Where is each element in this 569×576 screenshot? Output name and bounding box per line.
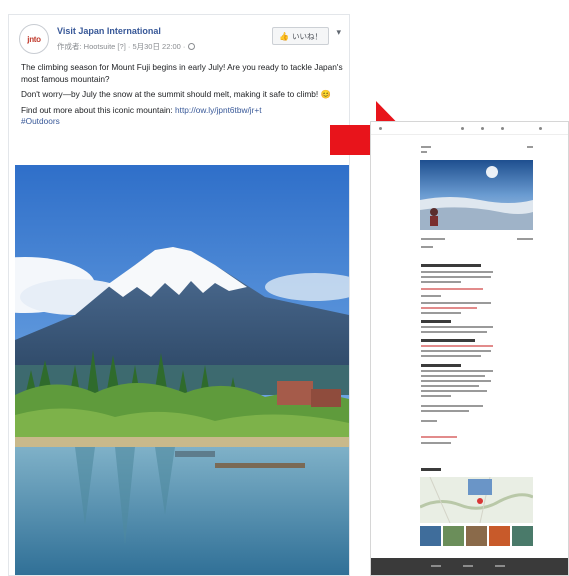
post-paragraph-1: The climbing season for Mount Fuji begin…	[21, 62, 343, 84]
text-line	[421, 405, 483, 407]
browser-dot	[379, 127, 382, 130]
mount-fuji-photo[interactable]	[15, 165, 349, 576]
text-line	[421, 246, 433, 248]
footer-link[interactable]	[431, 565, 441, 567]
text-line	[421, 390, 487, 392]
avatar-text: jnto	[27, 34, 41, 44]
text-line	[527, 146, 533, 148]
text-line	[421, 436, 457, 438]
post-meta-text: 作成者: Hootsuite [?] · 5月30日 22:00 ·	[57, 42, 186, 51]
text-line	[421, 146, 431, 148]
like-page-button[interactable]: 👍 いいね！	[272, 27, 329, 45]
text-line	[421, 264, 481, 267]
photo-thumbnail-strip[interactable]	[420, 526, 533, 546]
mobile-article-screenshot	[370, 121, 569, 576]
text-line	[421, 420, 437, 422]
text-line	[421, 326, 493, 328]
browser-dot	[539, 127, 542, 130]
post-link[interactable]: http://ow.ly/jpnt6tbw/jr+t	[175, 105, 261, 115]
text-line	[421, 339, 475, 342]
text-line	[421, 350, 491, 352]
text-line	[421, 312, 461, 314]
text-line	[421, 395, 451, 397]
globe-icon	[188, 43, 196, 50]
text-line	[421, 271, 493, 273]
post-header: jnto Visit Japan International 作成者: Hoot…	[19, 23, 341, 57]
post-paragraph-3: Find out more about this iconic mountain…	[21, 105, 343, 128]
text-line	[421, 331, 487, 333]
text-line	[421, 385, 479, 387]
post-paragraph-2: Don't worry—by July the snow at the summ…	[21, 89, 331, 99]
text-line	[517, 238, 533, 240]
map-thumbnail[interactable]	[420, 477, 533, 523]
thumbs-up-icon: 👍	[279, 31, 289, 41]
mobile-footer-bar	[371, 558, 568, 575]
text-line	[421, 410, 469, 412]
text-line	[421, 295, 441, 297]
post-link-prefix: Find out more about this iconic mountain…	[21, 104, 176, 115]
text-line	[421, 370, 493, 372]
text-line	[421, 276, 491, 278]
text-line	[421, 151, 427, 153]
browser-dot	[501, 127, 504, 130]
text-line	[421, 380, 491, 382]
page-name-link[interactable]: Visit Japan International	[57, 26, 161, 36]
page-avatar[interactable]: jnto	[19, 24, 49, 54]
text-line	[421, 355, 481, 357]
post-meta: 作成者: Hootsuite [?] · 5月30日 22:00 ·	[57, 41, 196, 52]
text-line	[421, 468, 441, 471]
text-line	[421, 307, 477, 309]
footer-link[interactable]	[463, 565, 473, 567]
text-line	[421, 345, 493, 347]
hashtag-link[interactable]: #Outdoors	[21, 116, 60, 126]
mobile-browser-bar	[371, 122, 568, 135]
facebook-post: jnto Visit Japan International 作成者: Hoot…	[8, 14, 350, 576]
text-line	[421, 320, 451, 323]
text-line	[421, 238, 445, 240]
browser-dot	[481, 127, 484, 130]
browser-dot	[461, 127, 464, 130]
article-hero-image[interactable]	[420, 160, 533, 230]
like-page-label: いいね！	[292, 31, 322, 41]
more-options-button[interactable]: ▾	[336, 27, 341, 38]
text-line	[421, 288, 483, 290]
text-line	[421, 281, 461, 283]
footer-link[interactable]	[495, 565, 505, 567]
text-line	[421, 302, 491, 304]
post-text: The climbing season for Mount Fuji begin…	[21, 62, 343, 132]
text-line	[421, 364, 461, 367]
text-line	[421, 375, 485, 377]
text-line	[421, 442, 451, 444]
